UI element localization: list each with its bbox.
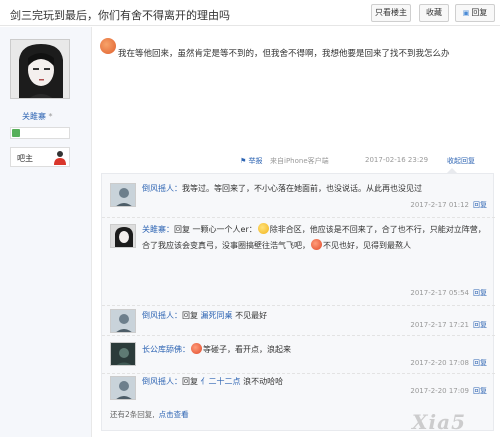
reply-author[interactable]: 倒风摇人：	[142, 311, 182, 320]
emoji-icon	[100, 38, 116, 54]
level-icon	[12, 129, 20, 137]
reply-text: 倒风摇人：回复 漏死同桌 不见最好	[142, 311, 268, 320]
reply-author[interactable]: 长公库舔佛：	[142, 345, 190, 354]
reply-time: 2017-2-20 17:08 回复	[410, 359, 487, 367]
list-item: 长公库舔佛： 等碰子，看开点，浪起来 2017-2-20 17:08 回复	[102, 336, 495, 374]
reply-text: 关雎寨：回复 一颗心一个人er： 除非合区，他应该是不回来了，合了也不行，只能对立…	[142, 223, 486, 250]
thread-header: 剑三完玩到最后，你们有舍不得离开的理由吗 只看楼主 收藏 ▣ 回复	[0, 0, 500, 26]
reply-to-button[interactable]: 回复	[473, 359, 487, 367]
reply-icon: ▣	[462, 9, 470, 17]
avatar-image	[11, 40, 69, 98]
reply-text: 倒风摇人：我等过。等回来了，不小心落在她面前，也没说话。从此再也没见过	[142, 184, 422, 193]
report-link[interactable]: ⚑ 举报	[240, 156, 263, 166]
list-item: 倒风摇人：回复 亻二十二点 浪不动哈哈 2017-2-20 17:09 回复	[102, 374, 495, 404]
reply-text: 倒风摇人：回复 亻二十二点 浪不动哈哈	[142, 377, 284, 386]
thread-title: 剑三完玩到最后，你们有舍不得离开的理由吗	[10, 9, 230, 22]
reply-author[interactable]: 倒风摇人：	[142, 377, 182, 386]
reply-avatar[interactable]	[110, 309, 136, 333]
reply-to-button[interactable]: 回复	[473, 321, 487, 329]
author-name[interactable]: 关雎寨 *	[22, 111, 53, 122]
rank-box: 吧主	[10, 147, 70, 167]
post-meta: ⚑ 举报 来自iPhone客户端 2017-02-16 23:29 收起回复	[240, 156, 495, 168]
reply-target-link[interactable]: 漏死同桌	[201, 311, 233, 320]
reply-author[interactable]: 倒风摇人：	[142, 184, 182, 193]
post-time: 2017-02-16 23:29	[365, 156, 429, 164]
user-rank-icon	[54, 151, 66, 165]
emoji-icon	[191, 343, 202, 354]
collect-button[interactable]: 收藏	[419, 4, 449, 22]
reply-button[interactable]: ▣ 回复	[455, 4, 495, 22]
post-source: 来自iPhone客户端	[270, 157, 329, 165]
author-panel: 关雎寨 * 吧主	[0, 27, 92, 437]
collect-label: 收藏	[426, 8, 442, 17]
reply-to-button[interactable]: 回复	[473, 289, 487, 297]
rank-label: 吧主	[17, 154, 33, 163]
reply-to-button[interactable]: 回复	[473, 387, 487, 395]
more-replies: 还有2条回复, 点击查看	[110, 410, 189, 419]
reply-time: 2017-2-20 17:09 回复	[410, 387, 487, 395]
reply-avatar[interactable]	[110, 224, 136, 248]
view-more-link[interactable]: 点击查看	[159, 410, 189, 419]
author-avatar[interactable]	[10, 39, 70, 99]
reply-time: 2017-2-17 01:12 回复	[410, 201, 487, 209]
watermark: Xia5	[412, 410, 466, 434]
reply-label: 回复	[471, 8, 488, 17]
reply-avatar[interactable]	[110, 342, 136, 366]
reply-target-link[interactable]: 亻二十二点	[201, 377, 241, 386]
smile-emoji-icon	[257, 223, 269, 234]
list-item: 关雎寨：回复 一颗心一个人er： 除非合区，他应该是不回来了，合了也不行，只能对立…	[102, 218, 495, 306]
angry-emoji-icon	[311, 239, 322, 250]
reply-time: 2017-2-17 05:54 回复	[410, 289, 487, 297]
list-item: 倒风摇人：我等过。等回来了，不小心落在她面前，也没说话。从此再也没见过 2017…	[102, 174, 495, 218]
level-badge	[10, 127, 70, 139]
only-owner-button[interactable]: 只看楼主	[371, 4, 411, 22]
reply-avatar[interactable]	[110, 376, 136, 400]
reply-author[interactable]: 关雎寨：	[142, 225, 174, 234]
collapse-replies-link[interactable]: 收起回复	[447, 156, 475, 166]
reply-list: 倒风摇人：我等过。等回来了，不小心落在她面前，也没说话。从此再也没见过 2017…	[101, 168, 495, 431]
post-content: 我在等他回来，虽然肯定是等不到的，但我舍不得啊，我想他要是回来了找不到我怎么办	[118, 49, 450, 59]
reply-time: 2017-2-17 17:21 回复	[410, 321, 487, 329]
reply-to-button[interactable]: 回复	[473, 201, 487, 209]
list-item: 倒风摇人：回复 漏死同桌 不见最好 2017-2-17 17:21 回复	[102, 306, 495, 336]
reply-text: 长公库舔佛： 等碰子，看开点，浪起来	[142, 343, 291, 354]
reply-avatar[interactable]	[110, 183, 136, 207]
only-owner-label: 只看楼主	[375, 8, 407, 17]
